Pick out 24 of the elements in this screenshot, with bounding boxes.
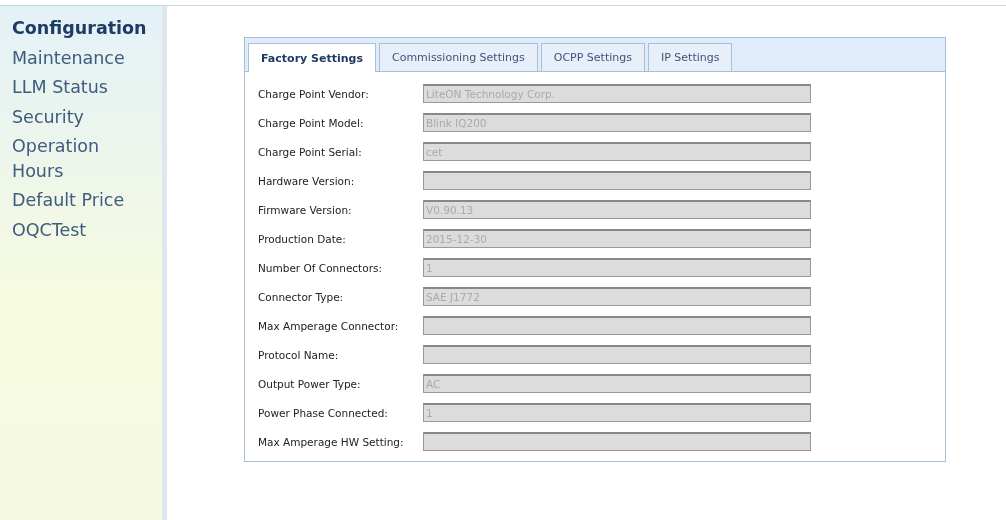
- sidebar-item[interactable]: Security: [12, 104, 147, 129]
- field-label: Protocol Name:: [258, 348, 340, 361]
- sidebar-item[interactable]: Default Price: [12, 188, 147, 213]
- field-label: Hardware Version:: [258, 174, 356, 187]
- tab[interactable]: Factory Settings: [248, 43, 376, 72]
- sidebar-item[interactable]: OQCTest: [12, 217, 147, 242]
- field-label: Number Of Connectors:: [258, 261, 383, 274]
- field-label: Output Power Type:: [258, 377, 362, 390]
- field-label: Charge Point Vendor:: [258, 87, 370, 100]
- sidebar-item[interactable]: Configuration: [12, 16, 147, 41]
- field-label: Firmware Version:: [258, 203, 353, 216]
- tab[interactable]: IP Settings: [647, 43, 733, 71]
- field-label: Max Amperage Connector:: [258, 319, 400, 332]
- tab[interactable]: Commissioning Settings: [379, 43, 538, 71]
- tab[interactable]: OCPP Settings: [540, 43, 645, 71]
- sidebar-item[interactable]: Maintenance: [12, 45, 147, 70]
- field-label: Production Date:: [258, 232, 347, 245]
- field-label: Max Amperage HW Setting:: [258, 435, 405, 448]
- sidebar-item[interactable]: Operation Hours: [12, 134, 147, 183]
- field-label: Charge Point Model:: [258, 116, 365, 129]
- sidebar-item[interactable]: LLM Status: [12, 75, 147, 100]
- field-label: Power Phase Connected:: [258, 406, 389, 419]
- field-label: Charge Point Serial:: [258, 145, 363, 158]
- field-label: Connector Type:: [258, 290, 345, 303]
